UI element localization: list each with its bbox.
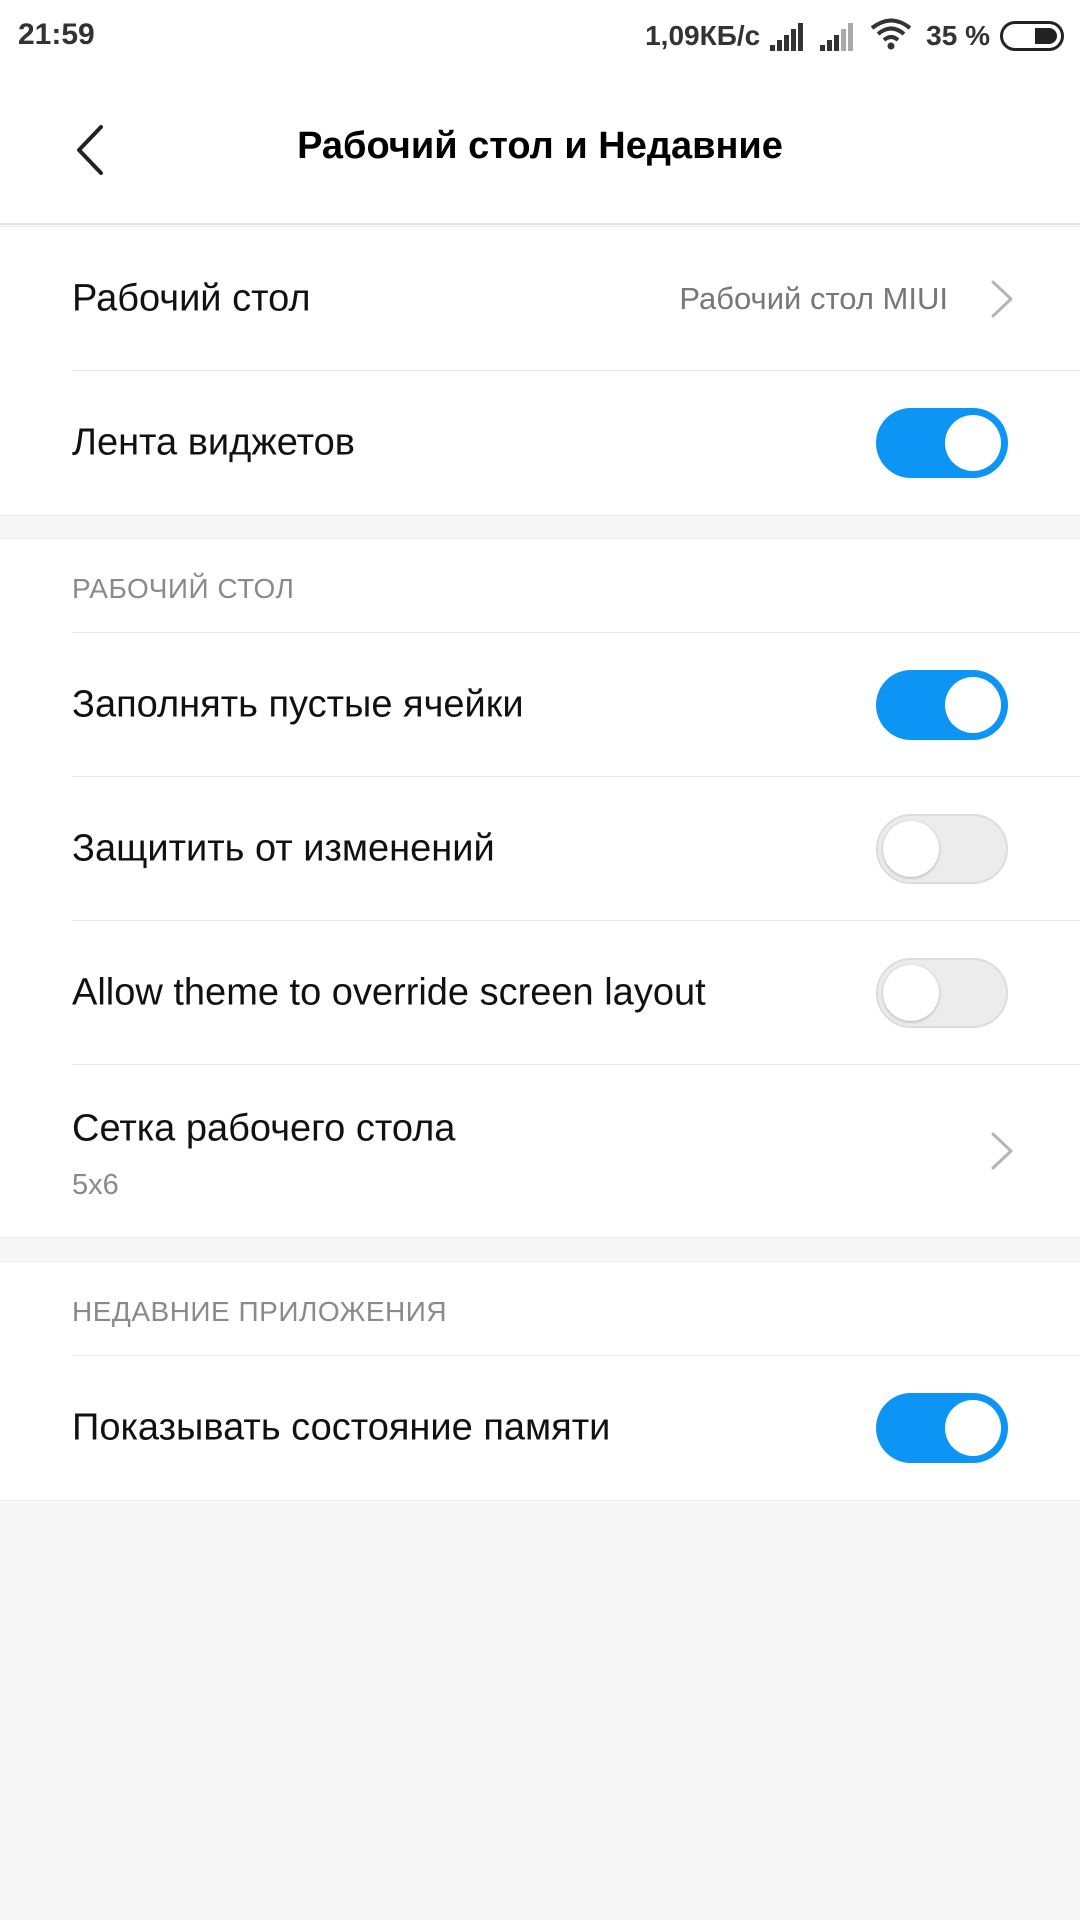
section-main: Рабочий стол Рабочий стол MIUI Лента вид…: [0, 226, 1080, 516]
signal-icon: [770, 21, 810, 51]
section-header-label: НЕДАВНИЕ ПРИЛОЖЕНИЯ: [72, 1296, 448, 1327]
app-bar: Рабочий стол и Недавние: [0, 75, 1080, 225]
row-label: Защитить от изменений: [72, 827, 495, 869]
row-value: Рабочий стол MIUI: [679, 280, 948, 316]
signal-icon-2: [820, 21, 860, 51]
network-speed: 1,09КБ/с: [645, 20, 761, 51]
row-label: Лента виджетов: [72, 421, 355, 464]
row-label: Сетка рабочего стола: [72, 1107, 456, 1150]
section-header-label: РАБОЧИЙ СТОЛ: [72, 573, 295, 604]
chevron-right-icon: [991, 280, 1013, 317]
widget-feed-toggle[interactable]: [876, 408, 1008, 478]
wifi-icon: [870, 17, 912, 56]
status-time: 21:59: [18, 18, 95, 51]
theme-override-toggle[interactable]: [876, 957, 1008, 1028]
status-bar: 21:59 1,09КБ/с 35 %: [0, 0, 1080, 75]
theme-override-row: Allow theme to override screen layout: [72, 921, 1080, 1065]
battery-percent: 35 %: [926, 20, 990, 51]
row-label: Показывать состояние памяти: [72, 1406, 611, 1449]
fill-empty-cells-toggle[interactable]: [876, 669, 1008, 740]
fill-empty-cells-row: Заполнять пустые ячейки: [72, 633, 1080, 777]
chevron-right-icon: [991, 1132, 1013, 1170]
row-label: Рабочий стол: [72, 277, 311, 319]
lock-layout-toggle[interactable]: [876, 813, 1008, 884]
row-label: Allow theme to override screen layout: [72, 971, 706, 1013]
page-title: Рабочий стол и Недавние: [297, 125, 783, 167]
section-recents: НЕДАВНИЕ ПРИЛОЖЕНИЯ Показывать состояние…: [0, 1261, 1080, 1501]
memory-status-toggle[interactable]: [876, 1393, 1008, 1463]
widget-feed-row: Лента виджетов: [72, 371, 1080, 515]
desktop-setting-row[interactable]: Рабочий стол Рабочий стол MIUI: [72, 227, 1080, 371]
section-header: НЕДАВНИЕ ПРИЛОЖЕНИЯ: [72, 1262, 1080, 1356]
lock-layout-row: Защитить от изменений: [72, 777, 1080, 921]
section-desktop: РАБОЧИЙ СТОЛ Заполнять пустые ячейки Защ…: [0, 538, 1080, 1238]
section-header: РАБОЧИЙ СТОЛ: [72, 539, 1080, 633]
status-icons: 1,09КБ/с 35 %: [645, 14, 1064, 58]
row-sublabel: 5x6: [72, 1169, 119, 1201]
memory-status-row: Показывать состояние памяти: [72, 1356, 1080, 1500]
desktop-grid-row[interactable]: Сетка рабочего стола 5x6: [72, 1065, 1080, 1237]
battery-icon: [1000, 21, 1064, 51]
row-label: Заполнять пустые ячейки: [72, 683, 524, 725]
